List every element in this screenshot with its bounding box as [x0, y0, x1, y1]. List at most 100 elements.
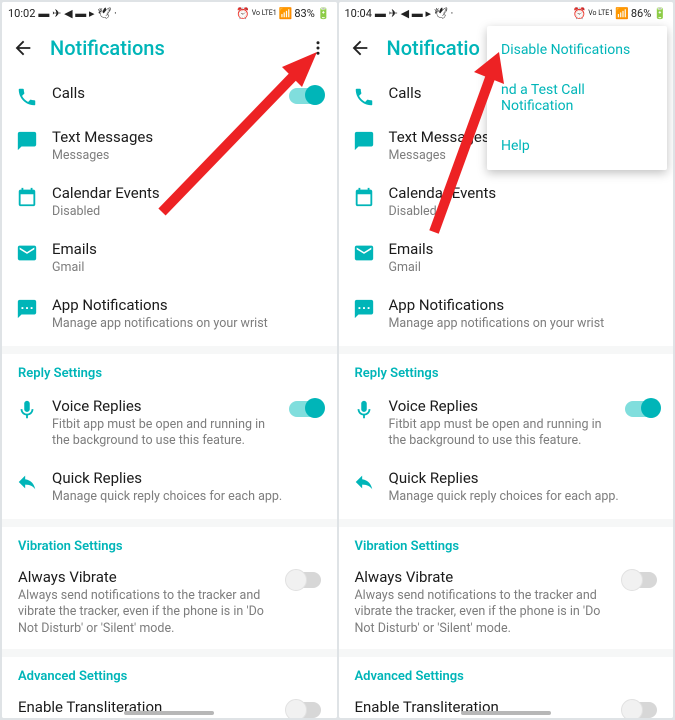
status-bar: 10:02 ▬ ✈ ◀ ▬ ▸ 🕊 · ⏰ Vo LTE1 📶 83% 🔋 [2, 2, 337, 24]
toggle-calls[interactable] [289, 88, 323, 104]
menu-help[interactable]: Help [487, 126, 667, 166]
row-calls[interactable]: Calls [2, 74, 337, 118]
apps-icon [16, 298, 38, 320]
row-label: App Notifications [389, 296, 660, 315]
row-sub: Fitbit app must be open and running in t… [52, 417, 275, 450]
row-text-messages[interactable]: Text Messages Messages [2, 118, 337, 174]
net-label: Vo LTE1 [252, 10, 277, 17]
row-sub: Manage quick reply choices for each app. [389, 489, 660, 505]
settings-list: Calls Text Messages Messages Calendar Ev… [2, 72, 337, 718]
vibration-section: Vibration Settings Always Vibrate Always… [2, 527, 337, 649]
advanced-section: Advanced Settings Enable Transliteration… [2, 657, 337, 718]
overflow-menu-icon[interactable] [309, 39, 327, 57]
phone-icon [16, 86, 38, 108]
battery-icon: 🔋 [653, 7, 667, 20]
status-time: 10:04 [345, 7, 372, 20]
row-label: Voice Replies [389, 397, 612, 416]
row-emails[interactable]: Emails Gmail [339, 230, 674, 286]
vibration-settings-header: Vibration Settings [339, 529, 674, 560]
row-sub: Messages [52, 148, 323, 164]
advanced-settings-header: Advanced Settings [2, 659, 337, 690]
row-voice-replies[interactable]: Voice Replies Fitbit app must be open an… [339, 387, 674, 459]
row-label: Voice Replies [52, 397, 275, 416]
row-label: Calendar Events [389, 184, 660, 203]
toggle-transliteration[interactable] [623, 702, 657, 718]
row-calendar[interactable]: Calendar Events Disabled [339, 174, 674, 230]
row-sub: Manage app notifications on your wrist [389, 316, 660, 332]
mail-icon [16, 242, 38, 264]
mail-icon [353, 242, 375, 264]
status-bar: 10:04 ▬ ✈ ◀ ▬ ▸ 🕊 · ⏰ Vo LTE1 📶 86% 🔋 [339, 2, 674, 24]
vibration-settings-header: Vibration Settings [2, 529, 337, 560]
row-label: Text Messages [52, 128, 323, 147]
mic-icon [353, 399, 375, 421]
row-app-notifications[interactable]: App Notifications Manage app notificatio… [339, 286, 674, 342]
row-voice-replies[interactable]: Voice Replies Fitbit app must be open an… [2, 387, 337, 459]
apps-icon [353, 298, 375, 320]
row-quick-replies[interactable]: Quick Replies Manage quick reply choices… [2, 459, 337, 515]
reply-icon [16, 471, 38, 493]
row-label: Calendar Events [52, 184, 323, 203]
sms-icon [16, 130, 38, 152]
row-sub: Disabled [52, 204, 323, 220]
row-sub: All incoming notifications on your devic… [355, 718, 610, 719]
row-sub: Gmail [52, 260, 323, 276]
row-sub: All incoming notifications on your devic… [18, 718, 273, 719]
home-indicator[interactable] [124, 711, 214, 715]
row-label: Emails [389, 240, 660, 259]
row-sub: Manage app notifications on your wrist [52, 316, 323, 332]
mic-icon [16, 399, 38, 421]
signal-icon: 📶 [279, 7, 293, 20]
sms-icon [353, 130, 375, 152]
status-icons-left: ▬ ✈ ◀ ▬ ▸ 🕊 · [38, 7, 116, 20]
reply-section: Reply Settings Voice Replies Fitbit app … [2, 354, 337, 519]
row-sub: Gmail [389, 260, 660, 276]
row-label: Emails [52, 240, 323, 259]
overflow-menu: Disable Notifications nd a Test Call Not… [487, 26, 667, 170]
page-title: Notifications [50, 36, 293, 60]
row-label: Always Vibrate [18, 568, 273, 587]
toggle-voice-replies[interactable] [289, 401, 323, 417]
app-bar: Notifications [2, 24, 337, 72]
reply-section: Reply Settings Voice Replies Fitbit app … [339, 354, 674, 519]
row-label: Quick Replies [52, 469, 323, 488]
row-label: Always Vibrate [355, 568, 610, 587]
row-sub: Fitbit app must be open and running in t… [389, 417, 612, 450]
row-sub: Always send notifications to the tracker… [18, 588, 273, 637]
menu-disable-notifications[interactable]: Disable Notifications [487, 30, 667, 70]
signal-icon: 📶 [615, 7, 629, 20]
row-emails[interactable]: Emails Gmail [2, 230, 337, 286]
phone-right: 10:04 ▬ ✈ ◀ ▬ ▸ 🕊 · ⏰ Vo LTE1 📶 86% 🔋 No… [339, 2, 674, 718]
home-indicator[interactable] [461, 711, 551, 715]
row-sub: Always send notifications to the tracker… [355, 588, 610, 637]
status-time: 10:02 [8, 7, 35, 20]
row-always-vibrate[interactable]: Always Vibrate Always send notifications… [2, 560, 337, 645]
advanced-settings-header: Advanced Settings [339, 659, 674, 690]
row-sub: Disabled [389, 204, 660, 220]
battery-icon: 🔋 [317, 7, 331, 20]
toggle-voice-replies[interactable] [625, 401, 659, 417]
notifications-section: Calls Text Messages Messages Calendar Ev… [2, 72, 337, 346]
reply-settings-header: Reply Settings [339, 356, 674, 387]
phone-icon [353, 86, 375, 108]
back-icon[interactable] [12, 37, 34, 59]
status-icons-left: ▬ ✈ ◀ ▬ ▸ 🕊 · [375, 7, 453, 20]
reply-settings-header: Reply Settings [2, 356, 337, 387]
phone-left: 10:02 ▬ ✈ ◀ ▬ ▸ 🕊 · ⏰ Vo LTE1 📶 83% 🔋 No… [2, 2, 337, 718]
vibration-section: Vibration Settings Always Vibrate Always… [339, 527, 674, 649]
net-label: Vo LTE1 [588, 10, 613, 17]
row-always-vibrate[interactable]: Always Vibrate Always send notifications… [339, 560, 674, 645]
row-calendar[interactable]: Calendar Events Disabled [2, 174, 337, 230]
alarm-icon: ⏰ [573, 7, 587, 20]
advanced-section: Advanced Settings Enable Transliteration… [339, 657, 674, 718]
row-app-notifications[interactable]: App Notifications Manage app notificatio… [2, 286, 337, 342]
toggle-always-vibrate[interactable] [623, 572, 657, 588]
menu-send-test-call[interactable]: nd a Test Call Notification [487, 70, 667, 126]
row-quick-replies[interactable]: Quick Replies Manage quick reply choices… [339, 459, 674, 515]
back-icon[interactable] [349, 37, 371, 59]
battery-label: 86% [631, 7, 651, 20]
toggle-always-vibrate[interactable] [287, 572, 321, 588]
row-sub: Manage quick reply choices for each app. [52, 489, 323, 505]
alarm-icon: ⏰ [236, 7, 250, 20]
toggle-transliteration[interactable] [287, 702, 321, 718]
